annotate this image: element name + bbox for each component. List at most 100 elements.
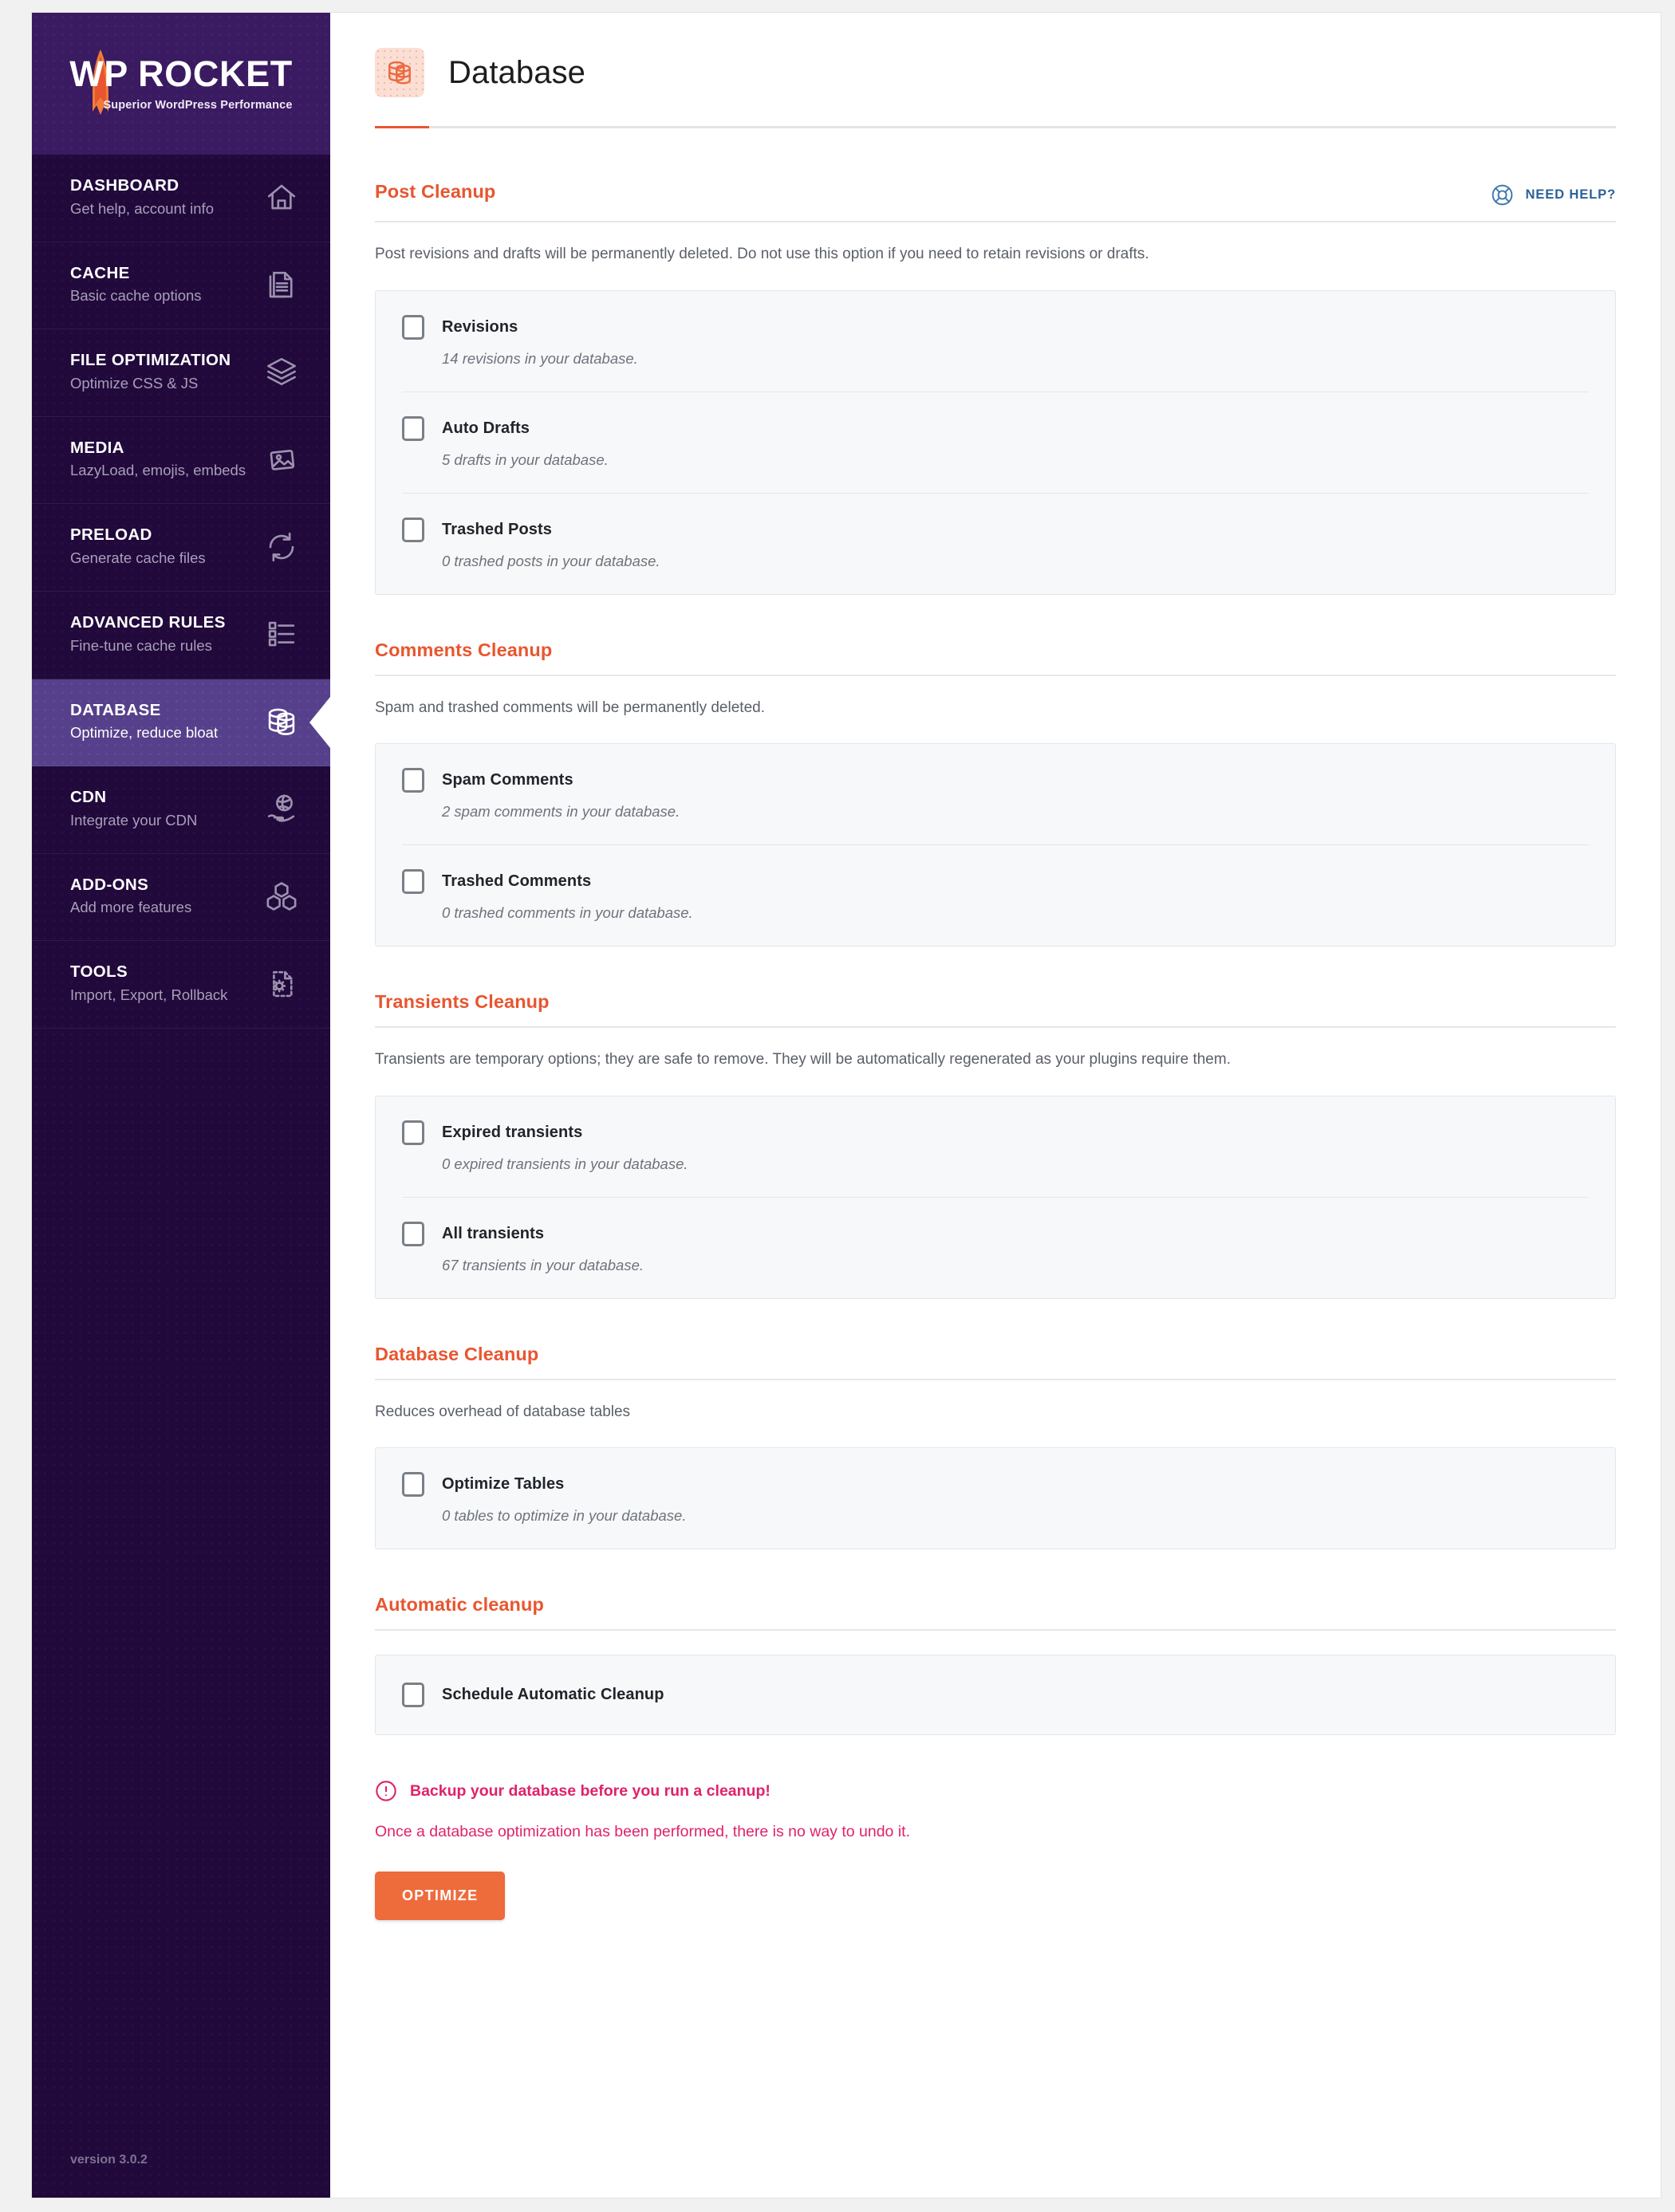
option-line: Expired transients bbox=[402, 1120, 1589, 1145]
option-label: Auto Drafts bbox=[442, 419, 530, 437]
sidebar-item-labels: PRELOAD Generate cache files bbox=[70, 525, 206, 569]
section-title: Database Cleanup bbox=[375, 1343, 539, 1364]
sidebar-item-labels: CDN Integrate your CDN bbox=[70, 787, 197, 831]
option-count: 5 drafts in your database. bbox=[442, 451, 609, 468]
option-line: Revisions bbox=[402, 314, 1589, 340]
section-comments-cleanup: Comments Cleanup Spam and trashed comment… bbox=[375, 640, 1616, 947]
option-row: Auto Drafts 5 drafts in your database. bbox=[402, 392, 1589, 494]
sidebar-item-title: FILE OPTIMIZATION bbox=[70, 351, 231, 370]
database-icon-wrap bbox=[263, 703, 300, 740]
sidebar-item-media[interactable]: MEDIA LazyLoad, emojis, embeds bbox=[32, 417, 330, 505]
database-icon bbox=[375, 48, 424, 97]
checklist-icon-wrap bbox=[263, 616, 300, 652]
checkbox-schedule-automatic-cleanup[interactable] bbox=[402, 1683, 424, 1707]
sidebar-item-labels: ADD-ONS Add more features bbox=[70, 875, 191, 919]
sidebar-item-file-optimization[interactable]: FILE OPTIMIZATION Optimize CSS & JS bbox=[32, 329, 330, 417]
checkbox-all-transients[interactable] bbox=[402, 1221, 424, 1246]
section-divider bbox=[375, 674, 1616, 676]
sidebar-item-preload[interactable]: PRELOAD Generate cache files bbox=[32, 504, 330, 592]
checkbox-revisions[interactable] bbox=[402, 314, 424, 340]
option-row: Trashed Comments 0 trashed comments in yo… bbox=[402, 845, 1589, 946]
sidebar-item-tools[interactable]: TOOLS Import, Export, Rollback bbox=[32, 941, 330, 1029]
section-divider bbox=[375, 221, 1616, 222]
option-count: 14 revisions in your database. bbox=[442, 349, 638, 367]
checkbox-optimize-tables[interactable] bbox=[402, 1472, 424, 1497]
sidebar-item-subtitle: Import, Export, Rollback bbox=[70, 986, 228, 1003]
version-label: version 3.0.2 bbox=[70, 2153, 148, 2167]
sidebar-item-cdn[interactable]: CDN Integrate your CDN bbox=[32, 766, 330, 854]
sidebar-item-title: CDN bbox=[70, 788, 107, 807]
sidebar-item-labels: DASHBOARD Get help, account info bbox=[70, 175, 214, 219]
sidebar-item-dashboard[interactable]: DASHBOARD Get help, account info bbox=[32, 155, 330, 242]
options-card: Spam Comments 2 spam comments in your dat… bbox=[375, 743, 1616, 947]
globe-hand-icon bbox=[267, 795, 295, 823]
blocks-icon-wrap bbox=[263, 878, 300, 915]
checkbox-trashed-comments[interactable] bbox=[402, 869, 424, 894]
need-help-label: NEED HELP? bbox=[1525, 187, 1616, 202]
section-title: Transients Cleanup bbox=[375, 991, 550, 1012]
option-row: Spam Comments 2 spam comments in your dat… bbox=[402, 744, 1589, 845]
sidebar-item-subtitle: Get help, account info bbox=[70, 199, 214, 217]
sidebar: WP ROCKET Superior WordPress Performance… bbox=[32, 13, 330, 2198]
home-icon bbox=[267, 184, 296, 210]
sidebar-item-title: ADVANCED RULES bbox=[70, 612, 226, 632]
options-card: Schedule Automatic Cleanup bbox=[375, 1655, 1616, 1735]
section-title: Comments Cleanup bbox=[375, 639, 553, 660]
header-underline bbox=[375, 126, 1616, 128]
sidebar-item-advanced-rules[interactable]: ADVANCED RULES Fine-tune cache rules bbox=[32, 592, 330, 679]
optimize-button[interactable]: OPTIMIZE bbox=[375, 1872, 506, 1920]
sidebar-item-subtitle: LazyLoad, emojis, embeds bbox=[70, 462, 246, 479]
blocks-icon bbox=[266, 882, 297, 911]
checkbox-auto-drafts[interactable] bbox=[402, 415, 424, 441]
layers-icon bbox=[267, 358, 296, 386]
refresh-icon bbox=[269, 532, 294, 561]
page-header: Database bbox=[375, 48, 1616, 126]
section-description: Spam and trashed comments will be perman… bbox=[375, 699, 765, 716]
backup-warning: Backup your database before you run a cl… bbox=[375, 1780, 1616, 1802]
sidebar-item-subtitle: Integrate your CDN bbox=[70, 811, 198, 829]
checkbox-expired-transients[interactable] bbox=[402, 1120, 424, 1145]
file-gear-icon-wrap bbox=[263, 966, 300, 1002]
warning-headline: Backup your database before you run a cl… bbox=[410, 1781, 770, 1800]
section-head: Database Cleanup bbox=[375, 1344, 1616, 1365]
section-head: Post Cleanup NEED HELP? bbox=[375, 181, 1616, 207]
sidebar-item-add-ons[interactable]: ADD-ONS Add more features bbox=[32, 854, 330, 942]
sidebar-item-title: ADD-ONS bbox=[70, 875, 149, 894]
option-row: Revisions 14 revisions in your database. bbox=[402, 291, 1589, 392]
section-divider bbox=[375, 1629, 1616, 1631]
option-label: All transients bbox=[442, 1224, 545, 1242]
section-automatic-cleanup: Automatic cleanup Schedule Automatic Clea… bbox=[375, 1594, 1616, 1735]
sidebar-item-labels: TOOLS Import, Export, Rollback bbox=[70, 962, 227, 1006]
images-icon bbox=[270, 450, 295, 470]
sidebar-item-title: TOOLS bbox=[70, 962, 128, 982]
sidebar-item-database[interactable]: DATABASE Optimize, reduce bloat bbox=[32, 679, 330, 767]
sidebar-item-labels: MEDIA LazyLoad, emojis, embeds bbox=[70, 438, 246, 482]
sidebar-item-title: DATABASE bbox=[70, 700, 161, 719]
section-title: Automatic cleanup bbox=[375, 1594, 544, 1615]
option-line: Trashed Comments bbox=[402, 869, 1589, 894]
sidebar-item-subtitle: Add more features bbox=[70, 899, 192, 916]
option-line: Optimize Tables bbox=[402, 1472, 1589, 1497]
options-card: Revisions 14 revisions in your database. A… bbox=[375, 289, 1616, 595]
need-help-link[interactable]: NEED HELP? bbox=[1490, 183, 1616, 207]
settings-sections: Post Cleanup NEED HELP? Post revisions and… bbox=[375, 181, 1616, 1735]
sidebar-item-subtitle: Basic cache options bbox=[70, 287, 202, 305]
option-line: Schedule Automatic Cleanup bbox=[402, 1683, 1589, 1707]
brand-name: WP ROCKET bbox=[69, 53, 293, 94]
section-description: Reduces overhead of database tables bbox=[375, 1403, 631, 1420]
option-row: All transients 67 transients in your data… bbox=[402, 1198, 1589, 1298]
checkbox-spam-comments[interactable] bbox=[402, 768, 424, 793]
app-panel: WP ROCKET Superior WordPress Performance… bbox=[32, 13, 1661, 2198]
option-line: Spam Comments bbox=[402, 768, 1589, 793]
checkbox-trashed-posts[interactable] bbox=[402, 517, 424, 542]
sidebar-item-cache[interactable]: CACHE Basic cache options bbox=[32, 242, 330, 330]
option-row: Schedule Automatic Cleanup bbox=[402, 1659, 1589, 1731]
option-line: All transients bbox=[402, 1221, 1589, 1246]
option-label: Trashed Comments bbox=[442, 872, 592, 890]
section-description: Transients are temporary options; they a… bbox=[375, 1051, 1231, 1068]
option-line: Trashed Posts bbox=[402, 517, 1589, 542]
section-post-cleanup: Post Cleanup NEED HELP? Post revisions and… bbox=[375, 181, 1616, 595]
option-count: 67 transients in your database. bbox=[442, 1256, 644, 1273]
section-description: Post revisions and drafts will be perman… bbox=[375, 246, 1149, 262]
